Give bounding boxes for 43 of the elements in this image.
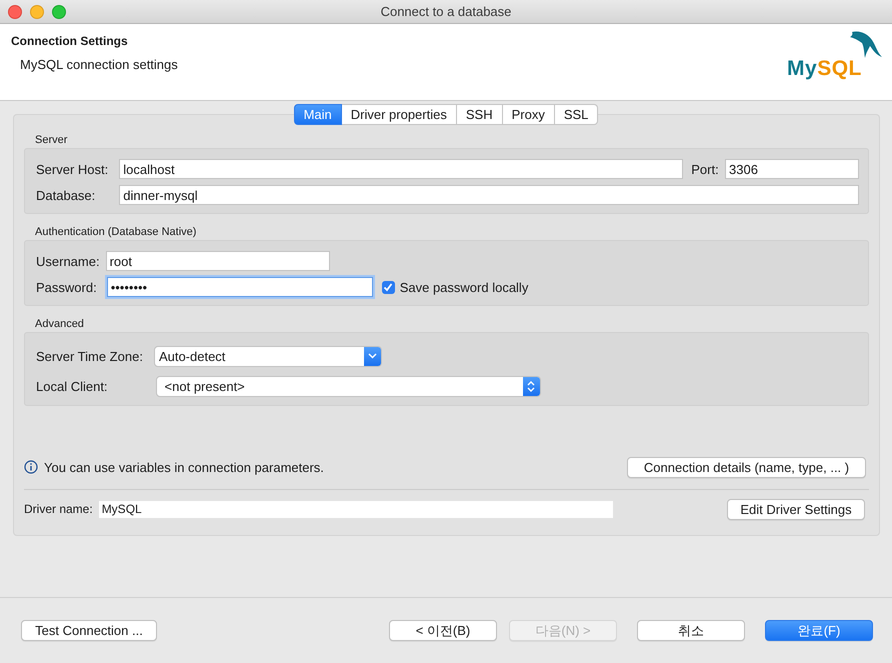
field-label: Driver name:: [24, 502, 93, 516]
chevron-down-icon: [368, 353, 377, 359]
field-label: Database:: [36, 188, 96, 202]
checkbox-label: Save password locally: [400, 280, 528, 294]
window-title: Connect to a database: [380, 4, 512, 19]
group-title: Authentication (Database Native): [35, 228, 198, 236]
tab[interactable]: Proxy: [502, 104, 555, 125]
field-label: Password:: [36, 280, 97, 294]
input-field[interactable]: localhost: [119, 159, 684, 179]
tab[interactable]: SSH: [456, 104, 503, 125]
driver-name-field[interactable]: MySQL: [98, 500, 613, 518]
tab[interactable]: Driver properties: [342, 104, 457, 125]
dialog-button[interactable]: Test Connection ...: [21, 620, 157, 641]
dropdown[interactable]: Auto-detect: [154, 346, 382, 366]
minimize-button[interactable]: [30, 4, 44, 18]
tab[interactable]: SSL: [554, 104, 598, 125]
dropdown[interactable]: <not present>: [156, 376, 541, 396]
input-field[interactable]: root: [106, 251, 330, 271]
info-text: You can use variables in connection parameters.: [44, 460, 324, 474]
dialog-button[interactable]: 완료(F): [765, 620, 873, 641]
input-field[interactable]: ••••••••: [106, 277, 373, 297]
logo-text: MySQL: [787, 57, 862, 81]
field-label: Server Host:: [36, 162, 108, 176]
zoom-button[interactable]: [52, 4, 66, 18]
connection-details-button[interactable]: Connection details (name, type, ... ): [627, 456, 866, 478]
group-title: Server: [35, 136, 68, 144]
field-label: Server Time Zone:: [36, 348, 143, 364]
checkbox[interactable]: [382, 280, 395, 294]
group-title: Advanced: [35, 320, 85, 328]
field-label: Local Client:: [36, 378, 108, 394]
field-label: Port:: [691, 162, 719, 176]
input-field[interactable]: dinner-mysql: [119, 185, 859, 205]
field-label: Username:: [36, 254, 100, 268]
page-subtitle: MySQL connection settings: [20, 57, 178, 72]
close-button[interactable]: [8, 4, 22, 18]
input-field[interactable]: 3306: [725, 159, 859, 179]
up-down-chevron-icon: [527, 380, 536, 392]
dialog-button[interactable]: < 이전(B): [389, 620, 497, 641]
page-title: Connection Settings: [11, 34, 129, 48]
info-icon: [24, 460, 38, 474]
dialog-button[interactable]: 취소: [637, 620, 745, 641]
tab[interactable]: Main: [294, 104, 342, 125]
edit-driver-settings-button[interactable]: Edit Driver Settings: [727, 498, 865, 520]
